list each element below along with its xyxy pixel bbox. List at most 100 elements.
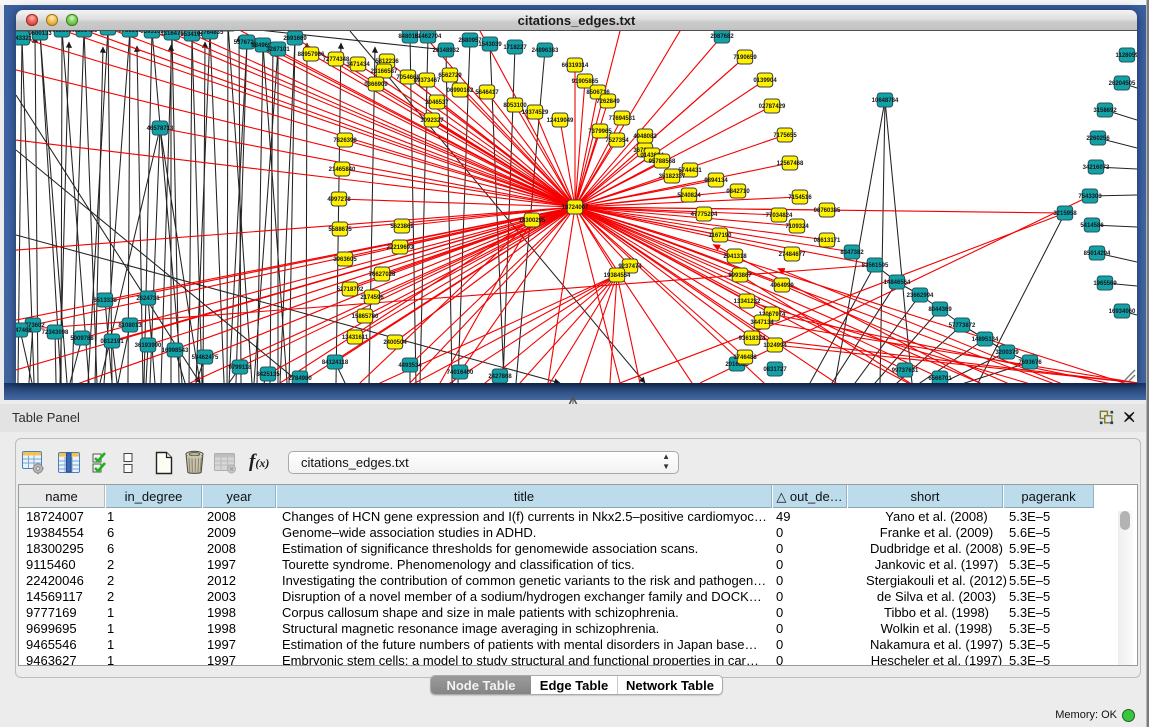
svg-text:3158692: 3158692 <box>1093 108 1117 114</box>
svg-text:3092327: 3092327 <box>420 118 444 124</box>
svg-text:57773872: 57773872 <box>949 323 976 329</box>
svg-text:14895134: 14895134 <box>972 337 999 343</box>
svg-text:26204505: 26204505 <box>1109 81 1136 87</box>
svg-text:0842710: 0842710 <box>726 189 750 195</box>
svg-text:19384554: 19384554 <box>604 273 631 279</box>
svg-text:53462475: 53462475 <box>192 355 219 361</box>
svg-text:6562729: 6562729 <box>438 73 462 79</box>
svg-text:51718702: 51718702 <box>337 287 364 293</box>
svg-text:2691669: 2691669 <box>283 36 307 42</box>
svg-text:0812191: 0812191 <box>100 339 124 345</box>
svg-text:2260256: 2260256 <box>1086 136 1110 142</box>
svg-text:5588675: 5588675 <box>328 227 352 233</box>
svg-text:9894134: 9894134 <box>704 178 728 184</box>
svg-text:08760385: 08760385 <box>814 208 841 214</box>
svg-text:0781618: 0781618 <box>118 31 142 34</box>
svg-text:13431611: 13431611 <box>342 335 369 341</box>
svg-text:7262849: 7262849 <box>596 99 620 105</box>
svg-text:84124118: 84124118 <box>322 360 349 366</box>
svg-text:1746488: 1746488 <box>733 355 757 361</box>
svg-text:95788568: 95788568 <box>649 159 676 165</box>
svg-text:7154516: 7154516 <box>788 195 812 201</box>
svg-text:8347382: 8347382 <box>840 250 864 256</box>
svg-text:7379965: 7379965 <box>588 129 612 135</box>
svg-text:46578713: 46578713 <box>147 126 174 132</box>
svg-text:5414586: 5414586 <box>1080 223 1104 229</box>
svg-text:1965569: 1965569 <box>1093 281 1117 287</box>
svg-text:4997278: 4997278 <box>327 197 351 203</box>
svg-text:13341232: 13341232 <box>734 299 761 305</box>
svg-text:8044369: 8044369 <box>928 307 952 313</box>
svg-text:6566701: 6566701 <box>928 376 952 382</box>
svg-text:8053100: 8053100 <box>503 103 527 109</box>
svg-text:08613171: 08613171 <box>814 238 841 244</box>
svg-text:7693676: 7693676 <box>1018 360 1042 366</box>
svg-text:89373467: 89373467 <box>414 78 441 84</box>
svg-text:0366909: 0366909 <box>364 82 388 88</box>
svg-text:3963605: 3963605 <box>333 257 357 263</box>
svg-text:18724007: 18724007 <box>562 205 589 211</box>
svg-text:32764835: 32764835 <box>197 31 224 36</box>
svg-text:36193990: 36193990 <box>135 343 162 349</box>
svg-text:83561595: 83561595 <box>862 263 889 269</box>
svg-text:3215958: 3215958 <box>1053 211 1077 217</box>
svg-text:9993867: 9993867 <box>728 273 752 279</box>
svg-text:40265423: 40265423 <box>71 31 98 34</box>
svg-text:5623869: 5623869 <box>390 224 414 230</box>
svg-text:23166587: 23166587 <box>371 69 398 75</box>
svg-text:85014294: 85014294 <box>1084 251 1111 257</box>
svg-text:3287101: 3287101 <box>266 47 290 53</box>
svg-text:18300295: 18300295 <box>519 218 546 224</box>
svg-text:0831727: 0831727 <box>763 367 787 373</box>
svg-text:2174596: 2174596 <box>360 295 384 301</box>
svg-text:1128059: 1128059 <box>1115 53 1137 59</box>
svg-text:2087682: 2087682 <box>710 34 734 40</box>
svg-text:4964990: 4964990 <box>770 283 794 289</box>
svg-text:5009788: 5009788 <box>70 336 94 342</box>
svg-text:34216073: 34216073 <box>1083 165 1110 171</box>
svg-text:16998543: 16998543 <box>162 348 189 354</box>
svg-text:3200379: 3200379 <box>995 350 1019 356</box>
svg-text:02787429: 02787429 <box>759 104 786 110</box>
svg-text:8108013: 8108013 <box>118 323 142 329</box>
svg-text:3471434: 3471434 <box>346 62 370 68</box>
svg-text:14846564: 14846564 <box>884 280 911 286</box>
svg-text:35182337: 35182337 <box>659 174 686 180</box>
svg-text:99737631: 99737631 <box>892 368 919 374</box>
svg-text:7527354: 7527354 <box>605 138 629 144</box>
svg-text:0139904: 0139904 <box>753 78 777 84</box>
svg-text:77694531: 77694531 <box>609 116 636 122</box>
svg-text:2400504: 2400504 <box>383 340 407 346</box>
svg-text:1167190: 1167190 <box>708 233 732 239</box>
svg-text:4493534: 4493534 <box>398 363 422 369</box>
svg-text:28148932: 28148932 <box>433 48 460 54</box>
svg-text:6513338: 6513338 <box>93 298 117 304</box>
svg-text:2784980: 2784980 <box>288 376 312 382</box>
svg-text:5240824: 5240824 <box>677 193 701 199</box>
svg-text:88957986: 88957986 <box>298 52 325 58</box>
svg-text:2941318: 2941318 <box>723 254 747 260</box>
svg-text:7826398: 7826398 <box>333 138 357 144</box>
svg-text:24896383: 24896383 <box>532 48 559 54</box>
svg-text:77034824: 77034824 <box>766 213 793 219</box>
svg-text:7543303: 7543303 <box>1078 194 1102 200</box>
svg-text:93618324: 93618324 <box>739 336 766 342</box>
svg-text:1161559: 1161559 <box>96 31 120 32</box>
svg-text:7175655: 7175655 <box>773 133 797 139</box>
svg-text:21465840: 21465840 <box>329 167 356 173</box>
svg-text:7190659: 7190659 <box>733 55 757 61</box>
svg-text:0799118: 0799118 <box>228 365 252 371</box>
svg-text:12567468: 12567468 <box>777 161 804 167</box>
svg-text:27484677: 27484677 <box>779 252 806 258</box>
svg-text:51462704: 51462704 <box>415 34 442 40</box>
svg-text:7109324: 7109324 <box>785 224 809 230</box>
svg-text:23662994: 23662994 <box>907 293 934 299</box>
svg-text:8425135: 8425135 <box>256 372 280 378</box>
svg-text:0647468: 0647468 <box>16 328 32 334</box>
svg-text:2046537: 2046537 <box>425 100 449 106</box>
svg-text:16934060: 16934060 <box>1109 309 1136 315</box>
svg-text:22219693: 22219693 <box>387 245 414 251</box>
svg-text:91905865: 91905865 <box>572 79 599 85</box>
svg-text:66319314: 66319314 <box>562 63 589 69</box>
svg-text:12419049: 12419049 <box>547 118 574 124</box>
